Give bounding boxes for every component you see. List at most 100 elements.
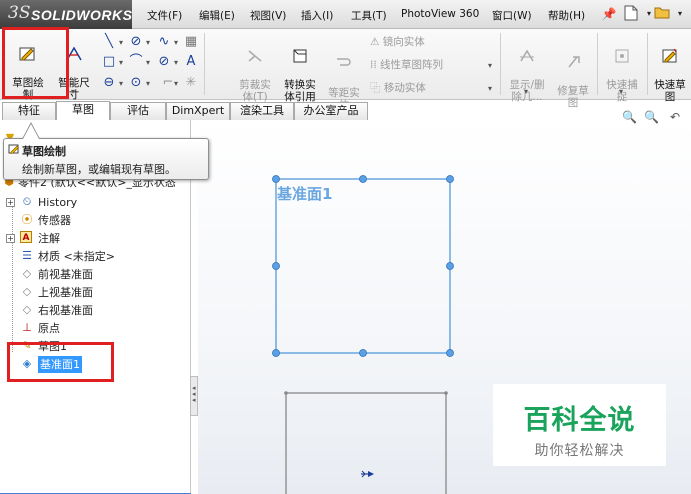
menu-insert[interactable]: 插入(I): [301, 8, 333, 23]
tree-item-label: History: [38, 196, 78, 209]
tree-item-sketch1[interactable]: ✎ 草图1: [0, 338, 191, 355]
point-tool-icon[interactable]: ✳: [183, 75, 199, 91]
history-icon: ⏲: [22, 195, 32, 208]
sketch-icon: ✎: [22, 339, 32, 352]
new-document-icon[interactable]: [622, 5, 640, 23]
sketch-dropdown-icon[interactable]: ▾: [24, 87, 28, 96]
circle-tool-icon[interactable]: ⊘: [128, 34, 144, 50]
panel-splitter-handle[interactable]: ◂ ◂ ◂: [190, 376, 198, 416]
watermark: 百科全说 助你轻松解决: [493, 384, 666, 466]
menu-file[interactable]: 文件(F): [147, 8, 182, 23]
tab-features[interactable]: 特征: [2, 102, 56, 120]
tree-item-label: 上视基准面: [38, 286, 93, 299]
rapid-sketch-button[interactable]: 快速草 图: [649, 35, 691, 103]
text-tool-icon[interactable]: A: [183, 54, 199, 70]
slot-tool-icon[interactable]: ⊖: [101, 75, 117, 91]
line-tool-icon[interactable]: ╲: [101, 34, 117, 50]
tree-item-label: 原点: [38, 322, 60, 335]
tree-item-right-plane[interactable]: ◇ 右视基准面: [0, 302, 191, 319]
tree-item-sensors[interactable]: ⦿ 传感器: [0, 212, 191, 229]
repair-sketch-button[interactable]: 修复草 图: [553, 41, 593, 109]
linear-pattern-label: 线性草图阵列: [380, 59, 444, 71]
ellipse-tool-icon[interactable]: ⊘: [156, 54, 172, 70]
mirror-entities-button[interactable]: ⚠ 镜向实体: [370, 34, 425, 49]
quick-snap-icon: [615, 49, 629, 63]
title-bar: 3S SOLIDWORKS 文件(F) 编辑(E) 视图(V) 插入(I) 工具…: [0, 0, 691, 29]
rapid-sketch-label: 快速草 图: [654, 79, 686, 103]
app-logo[interactable]: 3S SOLIDWORKS: [0, 0, 132, 29]
tree-item-annotations[interactable]: + A 注解: [0, 230, 191, 247]
plane-icon: ◈: [22, 357, 32, 370]
linear-pattern-button[interactable]: ⁞⁞ 线性草图阵列: [370, 57, 443, 72]
tooltip: 草图绘制 绘制新草图，或编辑现有草图。: [3, 138, 209, 180]
tooltip-pointer-fill: [23, 124, 39, 139]
origin-marker: [361, 470, 374, 478]
move-dropdown-icon[interactable]: ▾: [488, 84, 492, 93]
move-entities-button[interactable]: ⿻ 移动实体: [370, 80, 426, 95]
menu-help[interactable]: 帮助(H): [548, 8, 585, 23]
trim-entities-button[interactable]: 剪裁实 体(T): [234, 35, 276, 103]
front-plane-corner: [284, 391, 288, 395]
menu-view[interactable]: 视图(V): [250, 8, 286, 23]
arc-tool-icon[interactable]: ⌒: [128, 54, 144, 70]
arc-dropdown-icon[interactable]: ▾: [146, 58, 150, 67]
fillet-dropdown-icon[interactable]: ▾: [174, 79, 178, 88]
tree-item-origin[interactable]: ⊥ 原点: [0, 320, 191, 337]
open-dropdown-icon[interactable]: ▾: [671, 5, 689, 23]
rectangle-dropdown-icon[interactable]: ▾: [119, 58, 123, 67]
annotation-icon: A: [20, 231, 32, 243]
circle-dropdown-icon[interactable]: ▾: [146, 38, 150, 47]
watermark-sub: 助你轻松解决: [534, 443, 625, 459]
tree-item-label: 材质 <未指定>: [38, 250, 115, 263]
front-plane-corner: [444, 391, 448, 395]
expand-annotations-icon[interactable]: +: [6, 234, 15, 243]
tree-item-plane1[interactable]: ◈ 基准面1: [0, 356, 191, 373]
expand-history-icon[interactable]: +: [6, 198, 15, 207]
toolbar-separator: [597, 33, 598, 95]
menu-edit[interactable]: 编辑(E): [199, 8, 235, 23]
watermark-main: 百科全说: [523, 405, 636, 436]
tab-dimxpert[interactable]: DimXpert: [166, 102, 230, 120]
menu-window[interactable]: 窗口(W): [492, 8, 532, 23]
quick-snap-dropdown-icon[interactable]: ▾: [619, 87, 623, 96]
sketch-icon: [19, 47, 35, 61]
front-plane-outline[interactable]: [285, 392, 447, 494]
tree-item-material[interactable]: ☰ 材质 <未指定>: [0, 248, 191, 265]
menu-photoview[interactable]: PhotoView 360: [401, 8, 479, 20]
polygon-dropdown-icon[interactable]: ▾: [146, 79, 150, 88]
tree-item-front-plane[interactable]: ◇ 前视基准面: [0, 266, 191, 283]
tooltip-title: 草图绘制: [22, 145, 66, 158]
linear-pattern-dropdown-icon[interactable]: ▾: [488, 61, 492, 70]
smart-dimension-icon: [66, 46, 82, 61]
open-folder-icon[interactable]: [653, 5, 671, 23]
command-manager: 草图绘 制 ▾ 智能尺 寸 ▾ ╲ ▾ ⊘ ▾ ∿ ▾ ▦ □ ▾ ⌒ ▾ ⊘ …: [0, 29, 691, 111]
sketch-icon: [8, 144, 19, 154]
tree-item-label: 草图1: [38, 340, 67, 353]
ellipse-dropdown-icon[interactable]: ▾: [174, 58, 178, 67]
tab-office-products[interactable]: 办公室产品: [294, 102, 368, 120]
rectangle-tool-icon[interactable]: □: [101, 54, 117, 70]
logo-prefix: 3S: [8, 3, 31, 23]
tab-evaluate[interactable]: 评估: [110, 102, 166, 120]
spline-dropdown-icon[interactable]: ▾: [174, 38, 178, 47]
relations-dropdown-icon[interactable]: ▾: [524, 87, 528, 96]
tree-item-history[interactable]: + ⏲ History: [0, 194, 191, 211]
material-icon: ☰: [22, 249, 32, 262]
tab-sketch[interactable]: 草图: [56, 101, 110, 121]
spline-tool-icon[interactable]: ∿: [156, 34, 172, 50]
slot-dropdown-icon[interactable]: ▾: [119, 79, 123, 88]
menu-tools[interactable]: 工具(T): [351, 8, 387, 23]
tree-item-label: 注解: [38, 232, 60, 245]
plane1-label[interactable]: 基准面1: [277, 183, 332, 204]
tab-render-tools[interactable]: 渲染工具: [230, 102, 294, 120]
grid-tool-icon[interactable]: ▦: [183, 34, 199, 50]
smart-dimension-dropdown-icon[interactable]: ▾: [71, 87, 75, 96]
polygon-tool-icon[interactable]: ⊙: [128, 75, 144, 91]
plane1-outline[interactable]: [275, 178, 451, 354]
line-dropdown-icon[interactable]: ▾: [119, 38, 123, 47]
toolbar-separator: [204, 33, 205, 95]
tree-item-top-plane[interactable]: ◇ 上视基准面: [0, 284, 191, 301]
convert-entities-button[interactable]: 转换实 体引用: [278, 35, 322, 103]
pin-icon[interactable]: 📌: [600, 5, 618, 23]
tree-item-label: 前视基准面: [38, 268, 93, 281]
